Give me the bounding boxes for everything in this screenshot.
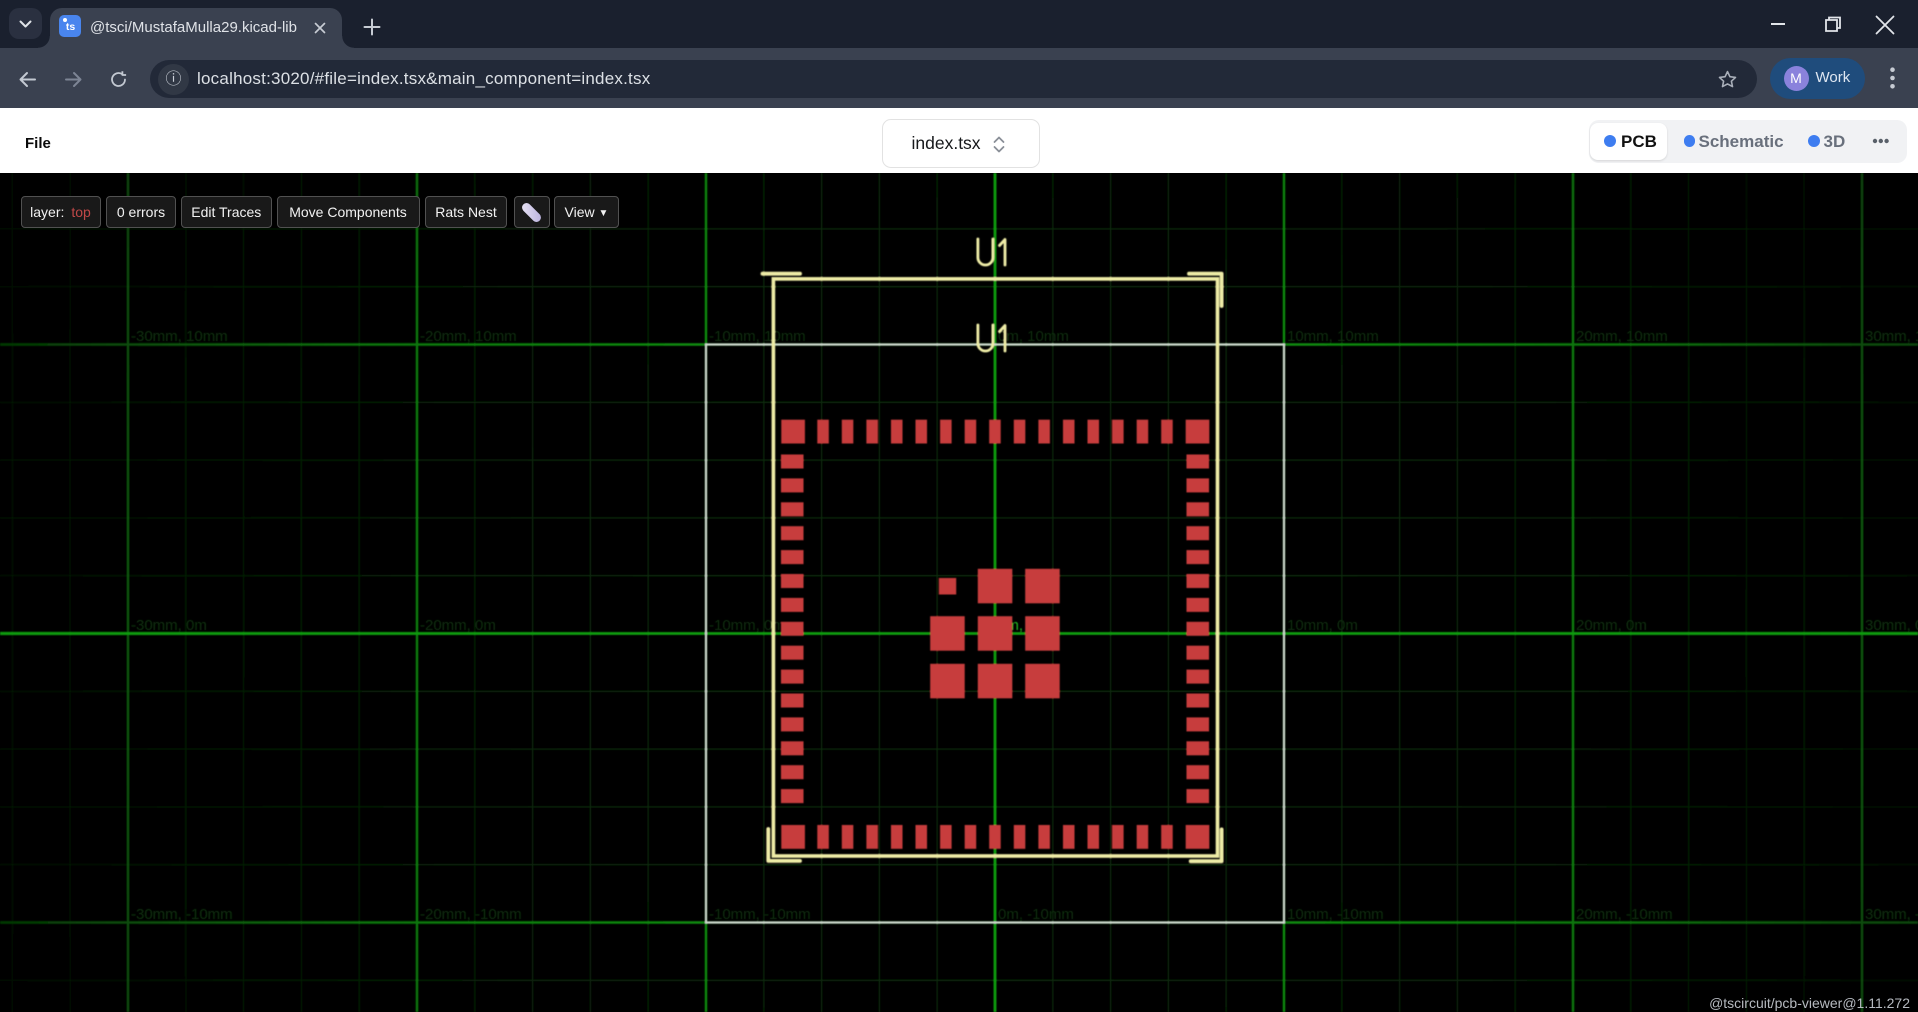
svg-text:0m, -10mm: 0m, -10mm (998, 906, 1074, 923)
svg-text:0m, 10mm: 0m, 10mm (998, 328, 1069, 345)
svg-text:30mm, 0m: 30mm, 0m (1865, 617, 1918, 634)
svg-text:30mm, 10mm: 30mm, 10mm (1865, 328, 1918, 345)
svg-text:-20mm, -10mm: -20mm, -10mm (420, 906, 522, 923)
svg-text:20mm, 10mm: 20mm, 10mm (1576, 328, 1668, 345)
svg-text:-10mm, 10mm: -10mm, 10mm (709, 328, 806, 345)
svg-text:-10mm, -10mm: -10mm, -10mm (709, 906, 811, 923)
svg-text:10mm, 10mm: 10mm, 10mm (1287, 328, 1379, 345)
svg-text:-20mm, 10mm: -20mm, 10mm (420, 328, 517, 345)
svg-text:-20mm, 0m: -20mm, 0m (420, 617, 496, 634)
svg-text:20mm, 0m: 20mm, 0m (1576, 617, 1647, 634)
svg-text:10mm, -10mm: 10mm, -10mm (1287, 906, 1384, 923)
svg-text:30mm, -10mm: 30mm, -10mm (1865, 906, 1918, 923)
svg-text:20mm, -10mm: 20mm, -10mm (1576, 906, 1673, 923)
svg-text:10mm, 0m: 10mm, 0m (1287, 617, 1358, 634)
svg-text:-30mm, 0m: -30mm, 0m (131, 617, 207, 634)
svg-text:-30mm, 10mm: -30mm, 10mm (131, 328, 228, 345)
svg-text:-30mm, -10mm: -30mm, -10mm (131, 906, 233, 923)
